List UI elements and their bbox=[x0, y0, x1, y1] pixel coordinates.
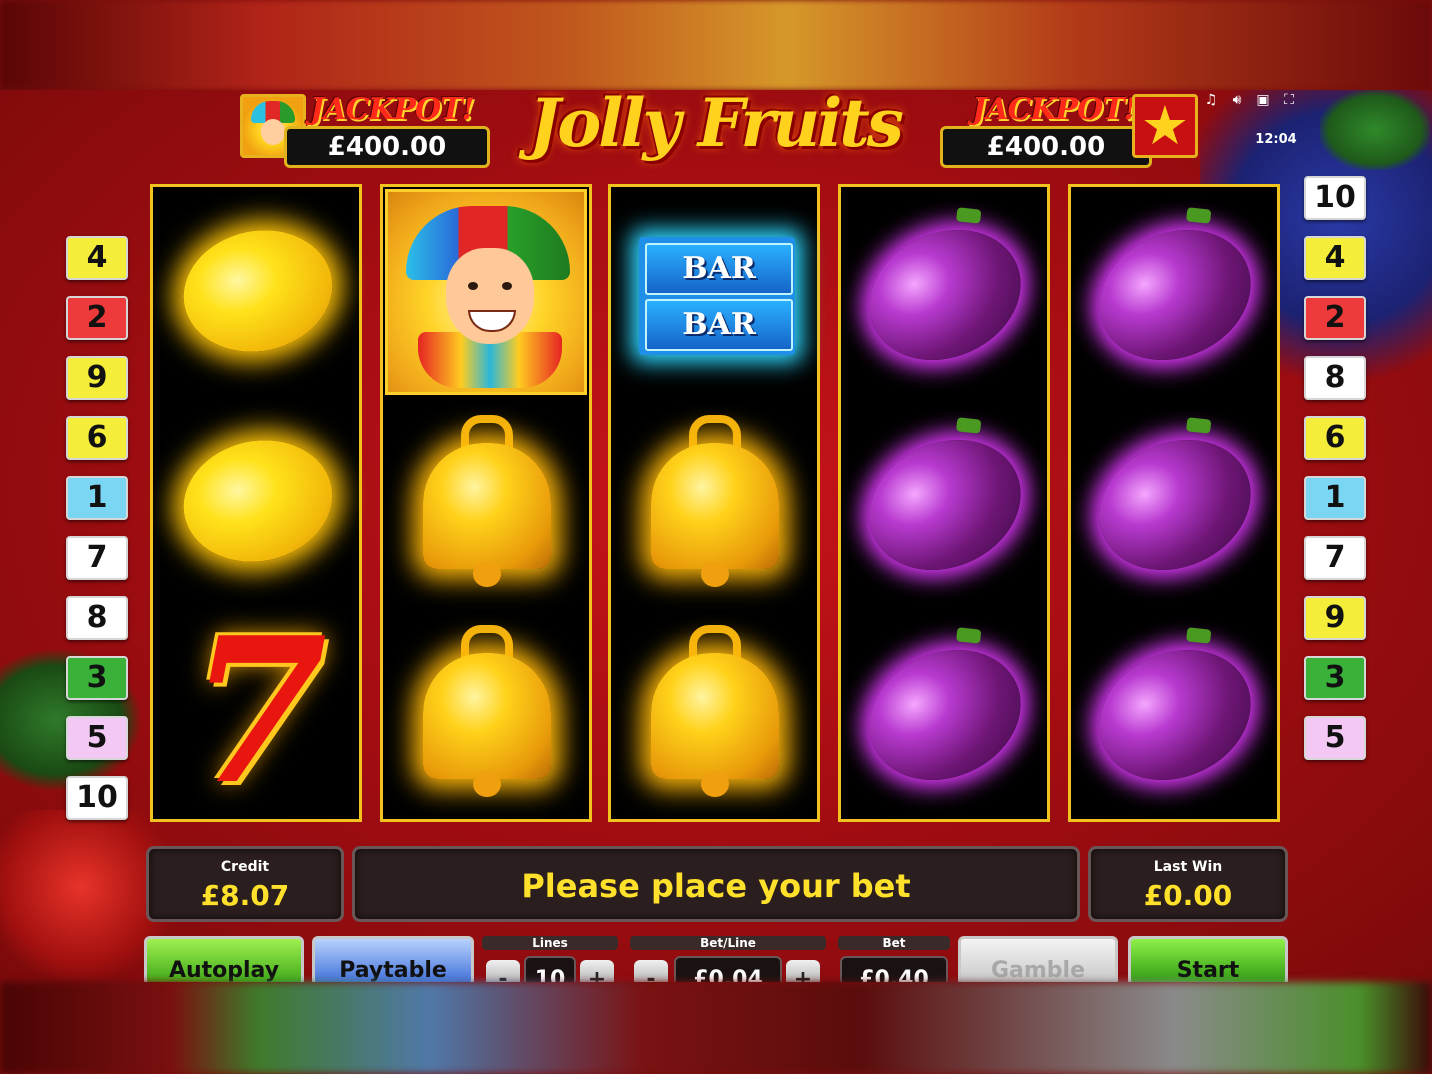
bell-symbol bbox=[611, 607, 817, 817]
reel-2 bbox=[380, 184, 592, 822]
gamble-button[interactable]: Gamble bbox=[958, 936, 1118, 982]
blurred-background-top bbox=[0, 0, 1432, 90]
credit-label: Credit bbox=[220, 859, 270, 875]
payline-number[interactable]: 10 bbox=[66, 776, 128, 820]
lines-label: Lines bbox=[482, 936, 618, 950]
bet-per-line-value: £0.04 bbox=[674, 956, 782, 982]
settings-icon[interactable]: ▣ bbox=[1250, 92, 1276, 108]
start-button[interactable]: Start bbox=[1128, 936, 1288, 982]
blurred-background-bottom bbox=[0, 982, 1432, 1074]
reel-4 bbox=[838, 184, 1050, 822]
paytable-button[interactable]: Paytable bbox=[312, 936, 474, 982]
payline-number[interactable]: 2 bbox=[66, 296, 128, 340]
bell-symbol bbox=[611, 397, 817, 607]
payline-number[interactable]: 9 bbox=[1304, 596, 1366, 640]
payline-number[interactable]: 1 bbox=[1304, 476, 1366, 520]
last-win-label: Last Win bbox=[1153, 859, 1223, 875]
bet-line-minus-button[interactable]: - bbox=[634, 960, 668, 982]
payline-number[interactable]: 9 bbox=[66, 356, 128, 400]
paylines-right: 10 4 2 8 6 1 7 9 3 5 bbox=[1304, 176, 1368, 776]
payline-number[interactable]: 2 bbox=[1304, 296, 1366, 340]
lines-value: 10 bbox=[524, 956, 576, 982]
jackpot-right-value: £400.00 bbox=[940, 126, 1152, 168]
leaf-decoration bbox=[1320, 90, 1430, 170]
plum-symbol bbox=[841, 397, 1047, 607]
bet-label: Bet bbox=[838, 936, 950, 950]
payline-number[interactable]: 6 bbox=[66, 416, 128, 460]
bell-symbol bbox=[383, 607, 589, 817]
total-bet-value: £0.40 bbox=[840, 956, 948, 982]
bar-symbol: BAR BAR bbox=[611, 187, 817, 397]
credit-panel: Credit £8.07 bbox=[146, 846, 344, 922]
last-win-panel: Last Win £0.00 bbox=[1088, 846, 1288, 922]
payline-number[interactable]: 5 bbox=[1304, 716, 1366, 760]
reel-1: 7 bbox=[150, 184, 362, 822]
game-title: Jolly Fruits bbox=[529, 90, 904, 162]
autoplay-button[interactable]: Autoplay bbox=[144, 936, 304, 982]
payline-number[interactable]: 3 bbox=[1304, 656, 1366, 700]
jackpot-left-label: JACKPOT! bbox=[310, 92, 475, 127]
plum-symbol bbox=[1071, 187, 1277, 397]
jackpot-right-label: JACKPOT! bbox=[972, 92, 1137, 127]
payline-number[interactable]: 8 bbox=[1304, 356, 1366, 400]
bar-label: BAR bbox=[645, 299, 793, 351]
status-message: Please place your bet bbox=[521, 867, 911, 905]
bet-line-plus-button[interactable]: + bbox=[786, 960, 820, 982]
music-icon[interactable]: ♫ bbox=[1198, 92, 1224, 108]
payline-number[interactable]: 3 bbox=[66, 656, 128, 700]
payline-number[interactable]: 6 bbox=[1304, 416, 1366, 460]
fullscreen-icon[interactable]: ⛶ bbox=[1276, 92, 1302, 108]
payline-number[interactable]: 7 bbox=[66, 536, 128, 580]
last-win-value: £0.00 bbox=[1143, 879, 1233, 912]
star-icon: ★ bbox=[1132, 94, 1198, 158]
jester-symbol bbox=[383, 187, 589, 397]
bet-per-line-label: Bet/Line bbox=[630, 936, 826, 950]
payline-number[interactable]: 1 bbox=[66, 476, 128, 520]
payline-number[interactable]: 8 bbox=[66, 596, 128, 640]
plum-symbol bbox=[841, 187, 1047, 397]
slot-game-window: JACKPOT! £400.00 Jolly Fruits JACKPOT! £… bbox=[0, 90, 1432, 982]
clock: 12:04 bbox=[1255, 132, 1297, 147]
lemon-symbol bbox=[153, 397, 359, 607]
payline-number[interactable]: 5 bbox=[66, 716, 128, 760]
plum-symbol bbox=[1071, 607, 1277, 817]
reel-3: BAR BAR bbox=[608, 184, 820, 822]
reel-5 bbox=[1068, 184, 1280, 822]
plum-symbol bbox=[841, 607, 1047, 817]
sound-icon[interactable]: 🔊︎ bbox=[1224, 92, 1250, 108]
payline-number[interactable]: 4 bbox=[66, 236, 128, 280]
jackpot-left: JACKPOT! £400.00 bbox=[236, 90, 492, 170]
bell-symbol bbox=[383, 397, 589, 607]
lemon-symbol bbox=[153, 187, 359, 397]
payline-number[interactable]: 4 bbox=[1304, 236, 1366, 280]
top-icons: ♫ 🔊︎ ▣ ⛶ bbox=[1198, 92, 1308, 108]
credit-value: £8.07 bbox=[200, 879, 290, 912]
bar-label: BAR bbox=[645, 243, 793, 295]
jackpot-right: JACKPOT! £400.00 ★ bbox=[936, 90, 1198, 170]
plum-symbol bbox=[1071, 397, 1277, 607]
lines-plus-button[interactable]: + bbox=[580, 960, 614, 982]
payline-number[interactable]: 10 bbox=[1304, 176, 1366, 220]
seven-symbol: 7 bbox=[188, 594, 328, 829]
paylines-left: 4 2 9 6 1 7 8 3 5 10 bbox=[66, 236, 130, 836]
message-panel: Please place your bet bbox=[352, 846, 1080, 922]
jackpot-left-value: £400.00 bbox=[284, 126, 490, 168]
lines-minus-button[interactable]: - bbox=[486, 960, 520, 982]
payline-number[interactable]: 7 bbox=[1304, 536, 1366, 580]
